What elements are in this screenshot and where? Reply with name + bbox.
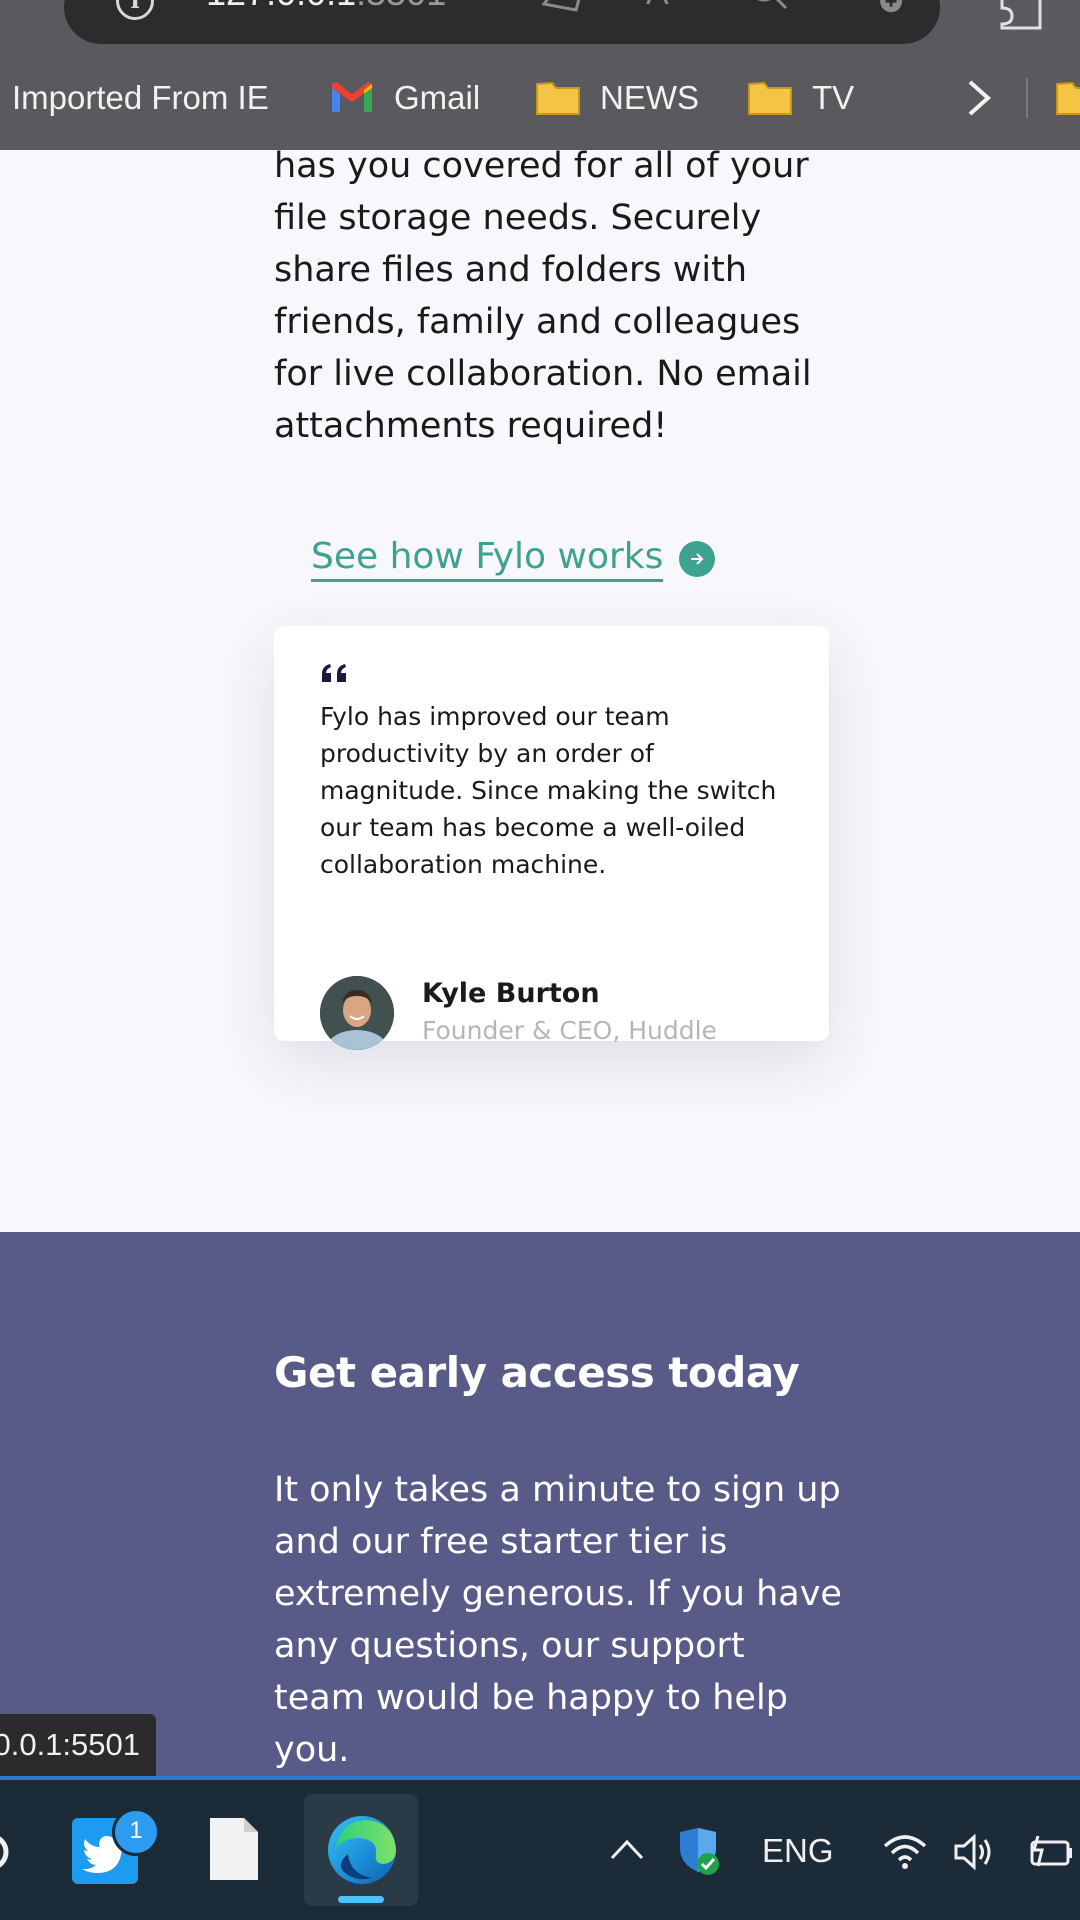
bookmark-gmail[interactable]: Gmail bbox=[330, 74, 480, 122]
intro-paragraph: has you covered for all of your file sto… bbox=[274, 146, 812, 446]
site-info-icon[interactable]: i bbox=[116, 0, 154, 20]
bookmark-imported-from-ie[interactable]: Imported From IE bbox=[12, 74, 269, 122]
see-how-link-label[interactable]: See how Fylo works bbox=[311, 536, 664, 582]
see-how-link[interactable]: See how Fylo works bbox=[311, 536, 716, 582]
status-url-tooltip: 127.0.0.1:5501 bbox=[0, 1714, 156, 1776]
early-access-section: Get early access today It only takes a m… bbox=[0, 1232, 1080, 1780]
url-port: :5501 bbox=[356, 0, 446, 13]
bookmark-label: NEWS bbox=[600, 79, 699, 116]
read-aloud-icon[interactable]: A » bbox=[642, 0, 694, 14]
features-section: has you covered for all of your file sto… bbox=[0, 146, 1080, 1232]
language-indicator[interactable]: ENG bbox=[762, 1832, 834, 1870]
edge-app-button[interactable] bbox=[304, 1794, 418, 1906]
bookmark-news[interactable]: NEWS bbox=[536, 74, 699, 122]
bookmark-label: TV bbox=[812, 79, 855, 116]
folder-icon bbox=[536, 81, 580, 115]
author-name: Kyle Burton bbox=[422, 978, 600, 1009]
folder-icon bbox=[748, 81, 792, 115]
testimonial-card: Fylo has improved our team productivity … bbox=[274, 626, 829, 1050]
favorite-icon[interactable] bbox=[538, 0, 590, 14]
notification-badge: 1 bbox=[112, 1808, 160, 1856]
bookmark-separator bbox=[1026, 78, 1028, 118]
bookmarks-bar: Imported From IE Gmail NEWS TV bbox=[0, 68, 1080, 128]
gmail-icon bbox=[332, 82, 372, 112]
status-url: 127.0.0.1:5501 bbox=[0, 1727, 140, 1762]
quote-icon bbox=[322, 664, 346, 682]
cta-heading: Get early access today bbox=[274, 1348, 800, 1397]
search-icon[interactable] bbox=[0, 1824, 14, 1880]
avatar bbox=[320, 976, 394, 1050]
browser-toolbar: i 127.0.0.1:5501 A » Imported From IE bbox=[0, 0, 1080, 150]
security-shield-icon[interactable] bbox=[676, 1826, 720, 1876]
url-host: 127.0.0.1 bbox=[206, 0, 356, 13]
author-title: Founder & CEO, Huddle bbox=[422, 1016, 717, 1045]
battery-icon[interactable] bbox=[1024, 1832, 1072, 1872]
zoom-icon[interactable] bbox=[746, 0, 794, 14]
volume-icon[interactable] bbox=[952, 1832, 996, 1872]
arrow-right-icon[interactable] bbox=[679, 541, 716, 577]
folder-icon[interactable] bbox=[1056, 80, 1080, 116]
extensions-icon[interactable] bbox=[996, 0, 1046, 34]
file-icon[interactable] bbox=[208, 1816, 260, 1882]
svg-text:A: A bbox=[646, 0, 669, 12]
active-app-indicator bbox=[338, 1896, 384, 1903]
bookmark-label: Imported From IE bbox=[12, 79, 269, 116]
address-bar[interactable]: i 127.0.0.1:5501 A » bbox=[64, 0, 940, 44]
address-url[interactable]: 127.0.0.1:5501 bbox=[206, 0, 446, 14]
chevron-right-icon[interactable] bbox=[960, 76, 1000, 120]
chevron-up-icon[interactable] bbox=[610, 1836, 644, 1862]
testimonial-quote: Fylo has improved our team productivity … bbox=[320, 702, 777, 879]
cta-paragraph: It only takes a minute to sign up and ou… bbox=[274, 1470, 842, 1770]
add-favorite-icon[interactable] bbox=[852, 0, 912, 14]
web-page: has you covered for all of your file sto… bbox=[0, 146, 1080, 1780]
taskbar: 1 ENG bbox=[0, 1780, 1080, 1920]
bookmark-label: Gmail bbox=[394, 79, 481, 116]
edge-icon bbox=[328, 1816, 396, 1884]
bookmark-tv[interactable]: TV bbox=[748, 74, 854, 122]
wifi-icon[interactable] bbox=[882, 1832, 928, 1872]
